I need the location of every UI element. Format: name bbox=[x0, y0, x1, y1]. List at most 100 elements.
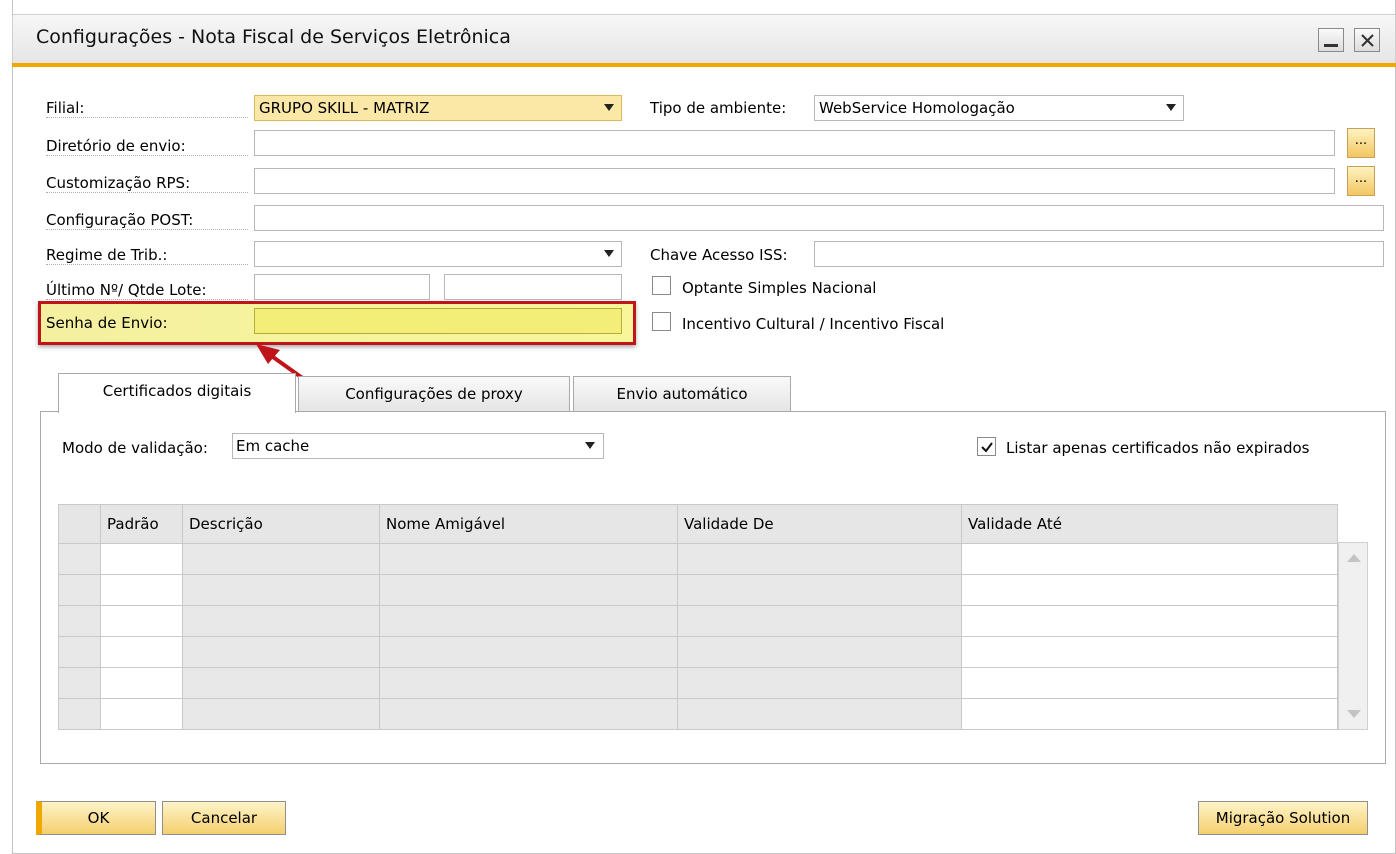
nome-amigavel-cell[interactable] bbox=[379, 543, 678, 575]
col-padrao-header[interactable]: Padrão bbox=[100, 504, 183, 544]
descricao-cell[interactable] bbox=[182, 667, 380, 699]
descricao-cell[interactable] bbox=[182, 698, 380, 730]
nome-amigavel-cell[interactable] bbox=[379, 698, 678, 730]
customizacao-browse-button[interactable]: ... bbox=[1347, 166, 1375, 196]
col-validade-ate-header[interactable]: Validade Até bbox=[961, 504, 1338, 544]
padrao-cell[interactable] bbox=[100, 574, 183, 606]
grid-scrollbar[interactable] bbox=[1338, 542, 1368, 730]
row-header-corner bbox=[58, 504, 101, 544]
tab-envio-automatico[interactable]: Envio automático bbox=[573, 376, 791, 412]
chevron-down-icon bbox=[604, 250, 614, 257]
filial-value: GRUPO SKILL - MATRIZ bbox=[259, 99, 430, 117]
minimize-icon bbox=[1324, 44, 1338, 47]
chave-label: Chave Acesso ISS: bbox=[650, 246, 788, 264]
descricao-cell[interactable] bbox=[182, 574, 380, 606]
tipo-ambiente-select[interactable]: WebService Homologação bbox=[814, 95, 1184, 121]
row-header-cell bbox=[58, 605, 101, 637]
listar-checkbox[interactable] bbox=[977, 437, 996, 456]
nome-amigavel-cell[interactable] bbox=[379, 605, 678, 637]
nome-amigavel-cell[interactable] bbox=[379, 636, 678, 668]
padrao-cell[interactable] bbox=[100, 698, 183, 730]
chevron-down-icon bbox=[604, 104, 614, 111]
incentivo-label: Incentivo Cultural / Incentivo Fiscal bbox=[682, 315, 945, 333]
optante-label: Optante Simples Nacional bbox=[682, 279, 877, 297]
check-icon bbox=[981, 442, 993, 453]
padrao-cell[interactable] bbox=[100, 543, 183, 575]
filial-select[interactable]: GRUPO SKILL - MATRIZ bbox=[254, 95, 622, 121]
validade-ate-cell[interactable] bbox=[961, 543, 1338, 575]
tipo-ambiente-value: WebService Homologação bbox=[819, 99, 1015, 117]
senha-label: Senha de Envio: bbox=[46, 314, 168, 332]
padrao-cell[interactable] bbox=[100, 636, 183, 668]
table-row[interactable] bbox=[58, 543, 1338, 575]
migracao-solution-button[interactable]: Migração Solution bbox=[1198, 801, 1368, 835]
row-header-cell bbox=[58, 543, 101, 575]
row-header-cell bbox=[58, 667, 101, 699]
tipo-ambiente-label: Tipo de ambiente: bbox=[650, 99, 787, 117]
diretorio-browse-button[interactable]: ... bbox=[1347, 128, 1375, 158]
certificados-grid[interactable]: Padrão Descrição Nome Amigável Validade … bbox=[58, 504, 1338, 730]
table-row[interactable] bbox=[58, 667, 1338, 699]
validade-ate-cell[interactable] bbox=[961, 636, 1338, 668]
close-button[interactable] bbox=[1354, 28, 1380, 52]
ultimo-numero-input[interactable] bbox=[254, 274, 430, 300]
diretorio-label: Diretório de envio: bbox=[46, 137, 248, 156]
validade-de-cell[interactable] bbox=[677, 543, 962, 575]
modo-validacao-select[interactable]: Em cache bbox=[232, 433, 604, 459]
filial-label: Filial: bbox=[46, 99, 248, 118]
scroll-down-icon[interactable] bbox=[1347, 709, 1361, 719]
title-accent-line bbox=[12, 63, 1396, 67]
descricao-cell[interactable] bbox=[182, 543, 380, 575]
regime-select[interactable] bbox=[254, 241, 622, 267]
ultimo-lote-label: Último Nº/ Qtde Lote: bbox=[46, 281, 248, 300]
validade-ate-cell[interactable] bbox=[961, 605, 1338, 637]
table-row[interactable] bbox=[58, 605, 1338, 637]
window-title: Configurações - Nota Fiscal de Serviços … bbox=[36, 26, 511, 48]
cancel-button[interactable]: Cancelar bbox=[162, 801, 286, 835]
table-row[interactable] bbox=[58, 698, 1338, 730]
row-header-cell bbox=[58, 574, 101, 606]
validade-ate-cell[interactable] bbox=[961, 698, 1338, 730]
qtde-lote-input[interactable] bbox=[444, 274, 622, 300]
validade-ate-cell[interactable] bbox=[961, 574, 1338, 606]
nome-amigavel-cell[interactable] bbox=[379, 574, 678, 606]
validade-de-cell[interactable] bbox=[677, 698, 962, 730]
validade-de-cell[interactable] bbox=[677, 605, 962, 637]
incentivo-checkbox[interactable] bbox=[652, 312, 671, 331]
col-nome-amigavel-header[interactable]: Nome Amigável bbox=[379, 504, 678, 544]
customizacao-label: Customização RPS: bbox=[46, 174, 248, 193]
col-validade-de-header[interactable]: Validade De bbox=[677, 504, 962, 544]
validade-de-cell[interactable] bbox=[677, 667, 962, 699]
validade-ate-cell[interactable] bbox=[961, 667, 1338, 699]
minimize-button[interactable] bbox=[1318, 28, 1344, 52]
chevron-down-icon bbox=[585, 442, 595, 449]
col-descricao-header[interactable]: Descrição bbox=[182, 504, 380, 544]
diretorio-input[interactable] bbox=[254, 130, 1335, 156]
tab-configuracoes-proxy[interactable]: Configurações de proxy bbox=[298, 376, 570, 412]
validade-de-cell[interactable] bbox=[677, 636, 962, 668]
row-header-cell bbox=[58, 698, 101, 730]
padrao-cell[interactable] bbox=[100, 667, 183, 699]
tab-certificados-digitais[interactable]: Certificados digitais bbox=[58, 373, 296, 413]
listar-label: Listar apenas certificados não expirados bbox=[1006, 439, 1310, 457]
customizacao-input[interactable] bbox=[254, 168, 1335, 194]
configuracao-post-input[interactable] bbox=[254, 205, 1384, 231]
ok-button[interactable]: OK bbox=[36, 801, 156, 835]
table-row[interactable] bbox=[58, 636, 1338, 668]
scroll-up-icon[interactable] bbox=[1347, 553, 1361, 563]
modo-validacao-value: Em cache bbox=[236, 437, 310, 455]
descricao-cell[interactable] bbox=[182, 636, 380, 668]
nome-amigavel-cell[interactable] bbox=[379, 667, 678, 699]
padrao-cell[interactable] bbox=[100, 605, 183, 637]
senha-input[interactable] bbox=[254, 308, 622, 334]
optante-checkbox[interactable] bbox=[652, 276, 671, 295]
chevron-down-icon bbox=[1166, 104, 1176, 111]
table-row[interactable] bbox=[58, 574, 1338, 606]
descricao-cell[interactable] bbox=[182, 605, 380, 637]
row-header-cell bbox=[58, 636, 101, 668]
validade-de-cell[interactable] bbox=[677, 574, 962, 606]
modo-validacao-label: Modo de validação: bbox=[62, 439, 208, 457]
close-icon bbox=[1361, 34, 1374, 47]
configuracao-post-label: Configuração POST: bbox=[46, 211, 248, 230]
chave-input[interactable] bbox=[814, 241, 1384, 267]
